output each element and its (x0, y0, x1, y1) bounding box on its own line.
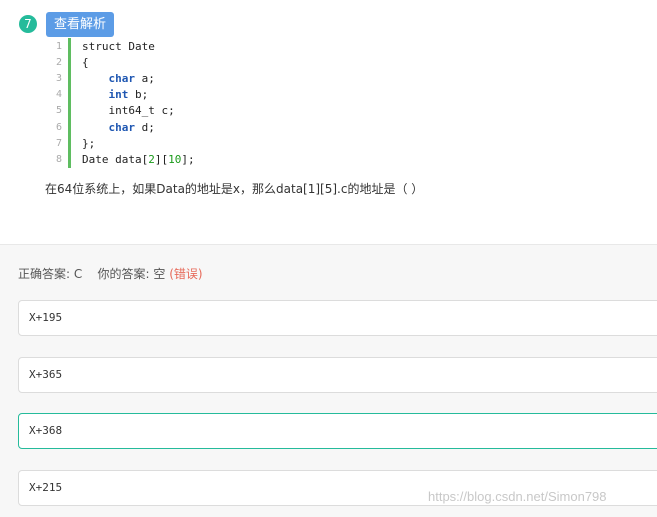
line-number: 6 (55, 121, 62, 133)
option-text: X+195 (29, 311, 63, 324)
line-number: 3 (55, 72, 62, 84)
code-text: { (82, 55, 89, 69)
option-a[interactable]: X+195 (18, 300, 657, 336)
code-text: int b; (108, 87, 149, 101)
code-line: 6 char d; (46, 119, 246, 135)
code-line: 5 int64_t c; (46, 102, 246, 118)
option-b[interactable]: X+365 (18, 357, 657, 393)
line-number: 2 (55, 56, 62, 68)
code-text: char d; (108, 120, 155, 134)
watermark: https://blog.csdn.net/Simon798 (428, 489, 607, 504)
option-text: X+365 (29, 368, 63, 381)
option-c[interactable]: X+368 (18, 413, 657, 449)
line-number: 4 (55, 88, 62, 100)
line-number: 7 (55, 137, 62, 149)
code-line: 1 struct Date (46, 38, 246, 54)
code-text: char a; (108, 71, 155, 85)
option-text: X+215 (29, 481, 63, 494)
line-number: 1 (55, 40, 62, 52)
code-line: 2 { (46, 54, 246, 70)
code-text: Date data[2][10]; (82, 152, 195, 166)
code-text: }; (82, 136, 96, 150)
view-analysis-button[interactable]: 查看解析 (46, 12, 114, 37)
your-answer-label: 你的答案: 空 (97, 267, 166, 281)
question-panel: 7 查看解析 1 struct Date 2 { 3 char a; 4 int… (0, 0, 657, 244)
code-line: 8 Date data[2][10]; (46, 151, 286, 167)
code-text: int64_t c; (82, 103, 175, 117)
code-text: struct Date (82, 39, 155, 53)
answer-summary: 正确答案: C 你的答案: 空 (错误) (18, 265, 203, 282)
result-badge: (错误) (169, 267, 203, 281)
code-line: 4 int b; (46, 86, 246, 102)
line-number: 5 (55, 104, 62, 116)
correct-answer-label: 正确答案: C (18, 267, 83, 281)
option-text: X+368 (29, 424, 63, 437)
question-number-badge: 7 (19, 15, 37, 33)
code-line: 3 char a; (46, 70, 246, 86)
question-text: 在64位系统上，如果Data的地址是x，那么data[1][5].c的地址是（ … (45, 182, 424, 196)
code-line: 7 }; (46, 135, 246, 151)
line-number: 8 (55, 153, 62, 165)
